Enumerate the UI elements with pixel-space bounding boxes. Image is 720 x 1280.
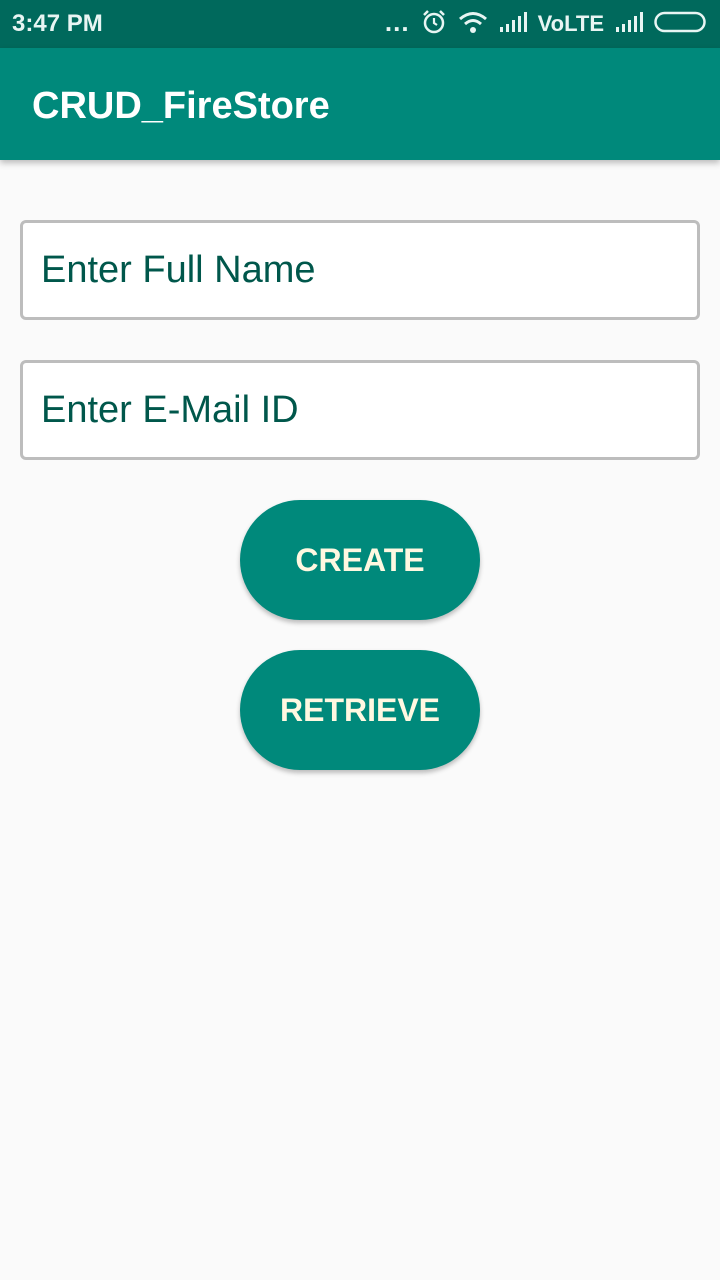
signal-icon [614, 11, 644, 38]
app-title: CRUD_FireStore [32, 85, 330, 127]
create-button[interactable]: CREATE [240, 500, 480, 620]
more-notifications-icon: ... [384, 7, 410, 37]
alarm-icon [420, 8, 448, 41]
email-field[interactable] [20, 360, 700, 460]
volte-label: VoLTE [537, 11, 604, 36]
full-name-input[interactable] [23, 223, 697, 317]
signal-icon [498, 11, 528, 38]
wifi-icon [458, 10, 488, 39]
status-bar: 3:47 PM ... VoLTE [0, 0, 720, 48]
battery-icon [654, 11, 708, 38]
retrieve-button[interactable]: RETRIEVE [240, 650, 480, 770]
full-name-field[interactable] [20, 220, 700, 320]
status-icons: ... VoLTE [385, 8, 708, 40]
email-input[interactable] [23, 363, 697, 457]
status-time: 3:47 PM [12, 10, 103, 37]
app-bar: CRUD_FireStore [0, 48, 720, 160]
